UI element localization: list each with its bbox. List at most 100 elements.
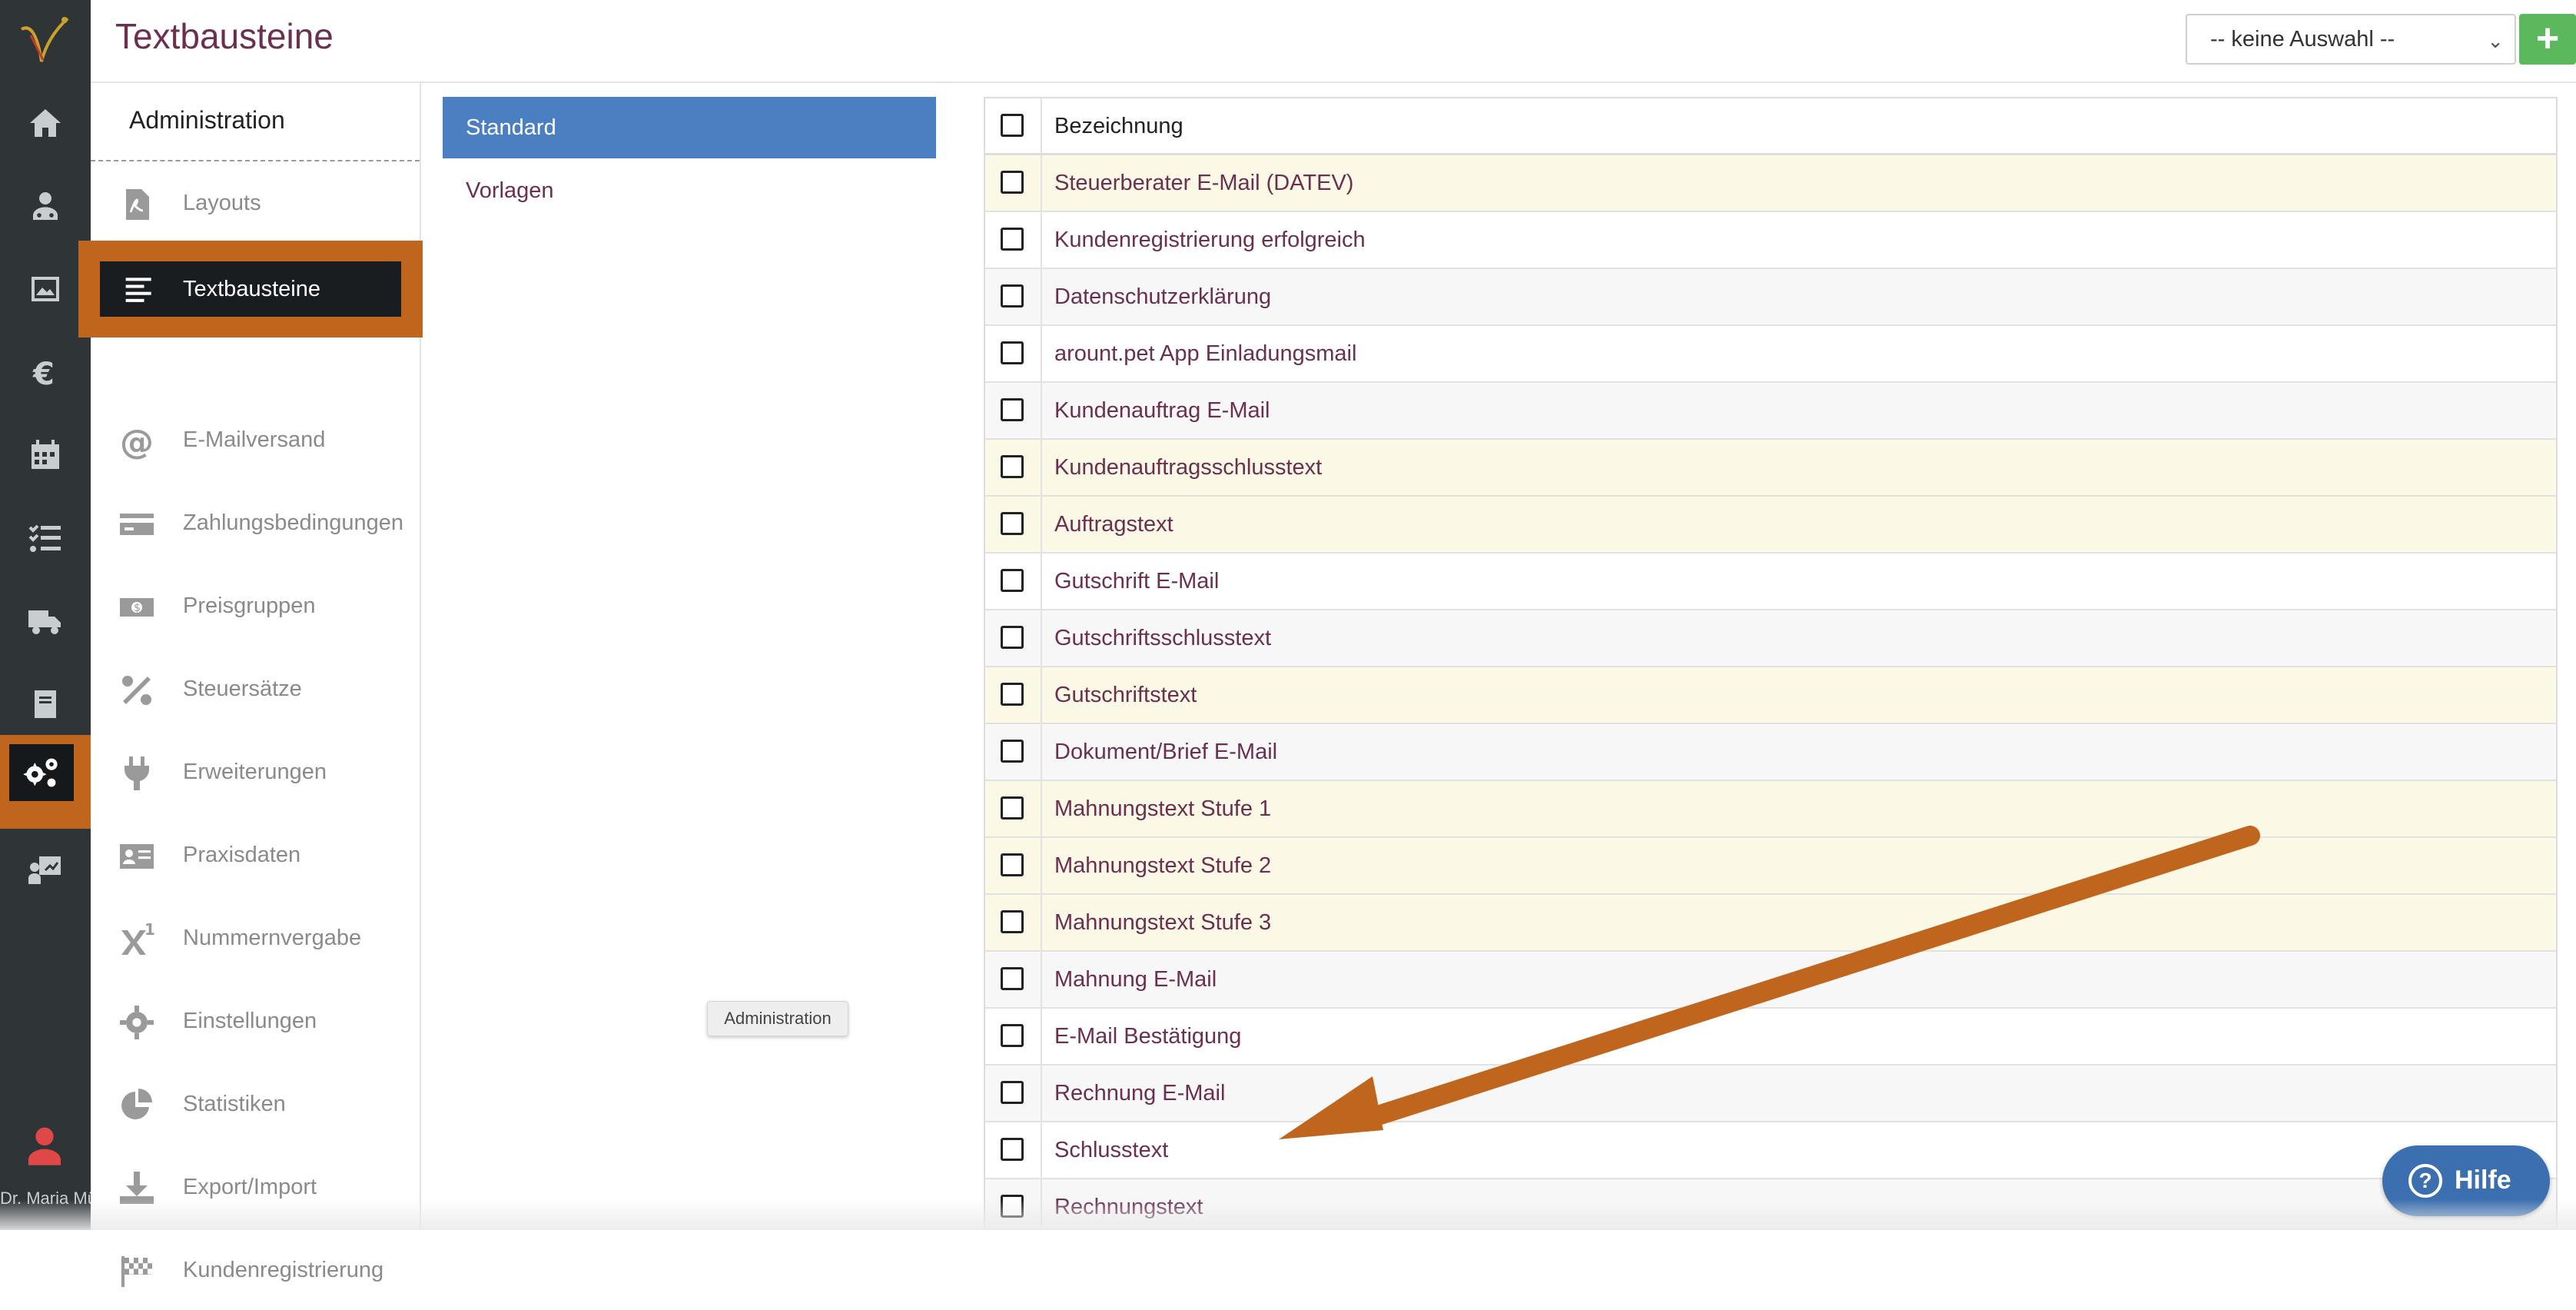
book-icon[interactable] [22, 681, 68, 727]
column-header-bezeichnung[interactable]: Bezeichnung [1054, 114, 1183, 139]
add-button[interactable]: + [2519, 14, 2576, 65]
sidebar-item-label: E-Mailversand [183, 427, 326, 452]
row-label[interactable]: Datenschutzerklärung [1054, 284, 1271, 310]
row-label[interactable]: Kundenregistrierung erfolgreich [1054, 228, 1366, 253]
row-label[interactable]: Kundenauftragsschlusstext [1054, 455, 1322, 480]
row-checkbox[interactable] [1001, 626, 1024, 649]
table-row[interactable]: Mahnung E-Mail [985, 952, 2556, 1009]
sidebar-item-export-import[interactable]: Export/Import [91, 1150, 420, 1227]
sidebar-item-label: Zahlungsbedingungen [183, 510, 404, 535]
sidebar-item-statistiken[interactable]: Statistiken [91, 1067, 420, 1144]
row-label[interactable]: Rechnungstext [1054, 1195, 1203, 1220]
sidebar-item-label: Kundenregistrierung [183, 1258, 384, 1282]
user-avatar-icon[interactable] [23, 1124, 66, 1167]
template-select[interactable]: -- keine Auswahl -- ⌄ [2186, 14, 2516, 65]
table-row[interactable]: Gutschriftstext [985, 667, 2556, 724]
row-checkbox[interactable] [1001, 512, 1024, 535]
home-icon[interactable] [22, 100, 68, 146]
row-label[interactable]: arount.pet App Einladungsmail [1054, 341, 1356, 367]
row-label[interactable]: Dokument/Brief E-Mail [1054, 740, 1277, 765]
row-checkbox[interactable] [1001, 967, 1024, 990]
euro-icon[interactable]: € [22, 349, 68, 395]
help-button[interactable]: ? Hilfe [2382, 1145, 2550, 1216]
row-checkbox[interactable] [1001, 341, 1024, 364]
row-label[interactable]: Auftragstext [1054, 512, 1173, 537]
table-row[interactable]: Datenschutzerklärung [985, 269, 2556, 326]
row-label[interactable]: E-Mail Bestätigung [1054, 1024, 1241, 1049]
row-checkbox[interactable] [1001, 910, 1024, 933]
table-row[interactable]: E-Mail Bestätigung [985, 1009, 2556, 1066]
sidebar-item-layouts[interactable]: Layouts [91, 166, 420, 243]
row-checkbox[interactable] [1001, 398, 1024, 421]
category-vorlagen[interactable]: Vorlagen [466, 178, 554, 204]
row-checkbox-cell [985, 497, 1042, 552]
table-row[interactable]: Mahnungstext Stufe 1 [985, 781, 2556, 838]
category-standard[interactable]: Standard [443, 97, 936, 158]
sidebar-item-praxisdaten[interactable]: Praxisdaten [91, 818, 420, 895]
sidebar-item-steuersaetze[interactable]: Steuersätze [91, 652, 420, 729]
row-label[interactable]: Gutschriftsschlusstext [1054, 626, 1271, 651]
select-all-checkbox[interactable] [1001, 114, 1024, 137]
sidebar-item-einstellungen[interactable]: Einstellungen [91, 984, 420, 1061]
row-checkbox[interactable] [1001, 228, 1024, 251]
row-checkbox[interactable] [1001, 171, 1024, 194]
row-label[interactable]: Mahnungstext Stufe 3 [1054, 910, 1271, 936]
presentation-icon[interactable] [22, 847, 68, 893]
row-checkbox[interactable] [1001, 853, 1024, 876]
row-checkbox-cell [985, 326, 1042, 381]
user-name: Dr. Maria Müller [0, 1189, 91, 1208]
table-row[interactable]: Schlusstext [985, 1122, 2556, 1179]
row-label[interactable]: Gutschrift E-Mail [1054, 569, 1219, 594]
row-label[interactable]: Rechnung E-Mail [1054, 1081, 1225, 1106]
table-row[interactable]: Kundenauftrag E-Mail [985, 383, 2556, 440]
sidebar-item-nummernvergabe[interactable]: 1 Nummernvergabe [91, 901, 420, 978]
table-row[interactable]: Gutschrift E-Mail [985, 554, 2556, 610]
id-card-icon [118, 838, 155, 875]
row-checkbox[interactable] [1001, 569, 1024, 592]
row-checkbox[interactable] [1001, 284, 1024, 308]
help-label: Hilfe [2455, 1165, 2511, 1195]
row-label[interactable]: Gutschriftstext [1054, 683, 1197, 708]
table-row[interactable]: Auftragstext [985, 497, 2556, 554]
dashboard-icon[interactable] [22, 266, 68, 312]
row-checkbox[interactable] [1001, 1138, 1024, 1161]
tasks-icon[interactable] [22, 515, 68, 561]
sidebar-item-kundenregistrierung[interactable]: Kundenregistrierung [91, 1233, 420, 1310]
row-label[interactable]: Steuerberater E-Mail (DATEV) [1054, 171, 1353, 196]
row-label[interactable]: Schlusstext [1054, 1138, 1168, 1163]
chevron-down-icon: ⌄ [2487, 29, 2504, 52]
row-checkbox-cell [985, 838, 1042, 893]
table-row[interactable]: Mahnungstext Stufe 2 [985, 838, 2556, 895]
row-checkbox[interactable] [1001, 1024, 1024, 1047]
sidebar-item-erweiterungen[interactable]: Erweiterungen [91, 735, 420, 812]
row-label[interactable]: Kundenauftrag E-Mail [1054, 398, 1270, 424]
row-checkbox[interactable] [1001, 1195, 1024, 1218]
table-row[interactable]: Kundenauftragsschlusstext [985, 440, 2556, 497]
truck-icon[interactable] [22, 598, 68, 644]
table-header-row: Bezeichnung [985, 98, 2556, 155]
sidebar-item-textbausteine[interactable]: Textbausteine [100, 261, 401, 317]
table-row[interactable]: Steuerberater E-Mail (DATEV) [985, 155, 2556, 212]
customers-icon[interactable] [22, 183, 68, 229]
calendar-icon[interactable] [22, 432, 68, 478]
table-row[interactable]: Mahnungstext Stufe 3 [985, 895, 2556, 952]
settings-gears-icon[interactable] [9, 744, 74, 801]
table-row[interactable]: Rechnung E-Mail [985, 1066, 2556, 1122]
table-row[interactable]: Gutschriftsschlusstext [985, 610, 2556, 667]
table-row[interactable]: Dokument/Brief E-Mail [985, 724, 2556, 781]
table-row[interactable]: Rechnungstext [985, 1179, 2556, 1229]
row-checkbox[interactable] [1001, 683, 1024, 706]
row-checkbox[interactable] [1001, 740, 1024, 763]
row-checkbox[interactable] [1001, 455, 1024, 478]
row-checkbox[interactable] [1001, 1081, 1024, 1104]
sidebar-item-preisgruppen[interactable]: $ Preisgruppen [91, 569, 420, 646]
row-label[interactable]: Mahnungstext Stufe 2 [1054, 853, 1271, 879]
sidebar-item-e-mailversand[interactable]: @ E-Mailversand [91, 403, 420, 480]
app-logo-icon[interactable] [14, 14, 75, 68]
table-row[interactable]: arount.pet App Einladungsmail [985, 326, 2556, 383]
row-checkbox[interactable] [1001, 796, 1024, 820]
row-label[interactable]: Mahnungstext Stufe 1 [1054, 796, 1271, 822]
row-label[interactable]: Mahnung E-Mail [1054, 967, 1217, 992]
table-row[interactable]: Kundenregistrierung erfolgreich [985, 212, 2556, 269]
sidebar-item-zahlungsbedingungen[interactable]: Zahlungsbedingungen [91, 486, 420, 563]
